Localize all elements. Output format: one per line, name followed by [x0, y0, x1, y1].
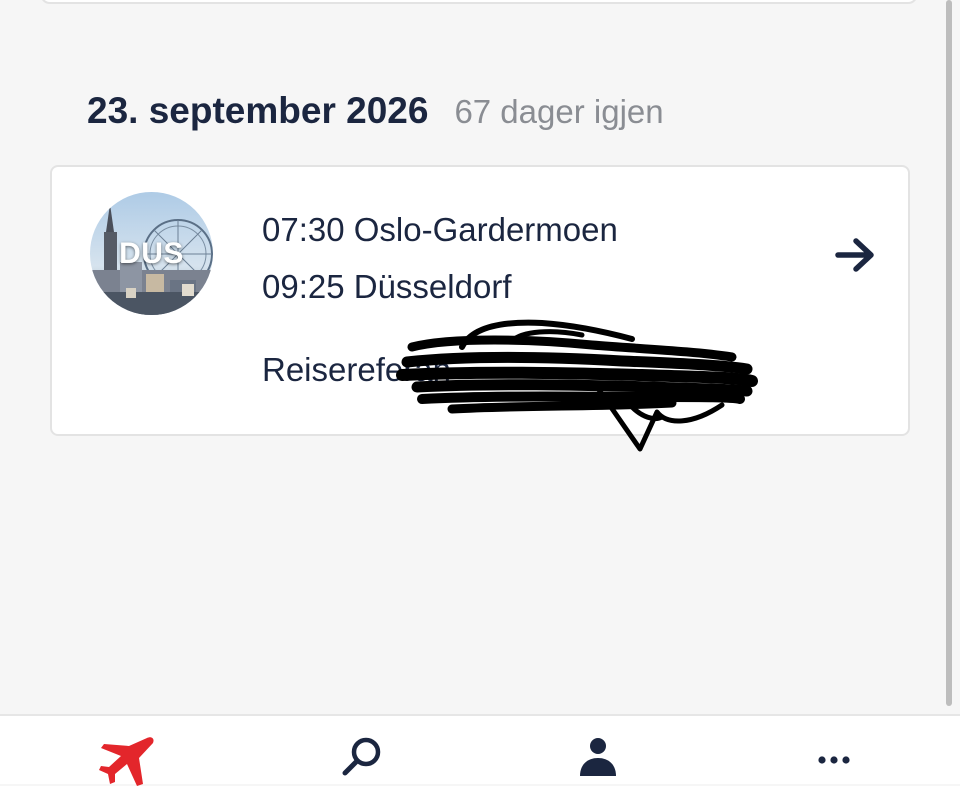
- previous-trip-card[interactable]: [40, 0, 918, 4]
- nav-search-tab[interactable]: [322, 734, 402, 786]
- days-remaining: 67 dager igjen: [454, 93, 664, 130]
- open-trip-button[interactable]: [832, 231, 880, 279]
- airplane-icon: [99, 737, 154, 786]
- scrollbar[interactable]: [946, 0, 952, 706]
- destination-code: DUS: [119, 236, 184, 270]
- destination-avatar: DUS: [90, 192, 213, 315]
- nav-trips-tab[interactable]: [88, 734, 168, 786]
- person-icon: [580, 738, 616, 776]
- nav-more-tab[interactable]: [794, 734, 874, 786]
- nav-profile-tab[interactable]: [558, 734, 638, 786]
- bottom-navigation: [0, 714, 960, 786]
- trip-date-header: 23. september 2026 67 dager igjen: [87, 90, 664, 132]
- arrow-right-icon: [835, 238, 874, 272]
- trip-card[interactable]: DUS 07:30 Oslo-Gardermoen 09:25 Düsseldo…: [50, 165, 910, 452]
- search-icon: [342, 737, 381, 776]
- trip-date: 23. september 2026: [87, 90, 429, 131]
- arrival-info: 09:25 Düsseldorf: [262, 268, 512, 305]
- more-dots-icon: [818, 756, 850, 764]
- departure-info: 07:30 Oslo-Gardermoen: [262, 211, 618, 248]
- scribble-redaction: [396, 319, 758, 452]
